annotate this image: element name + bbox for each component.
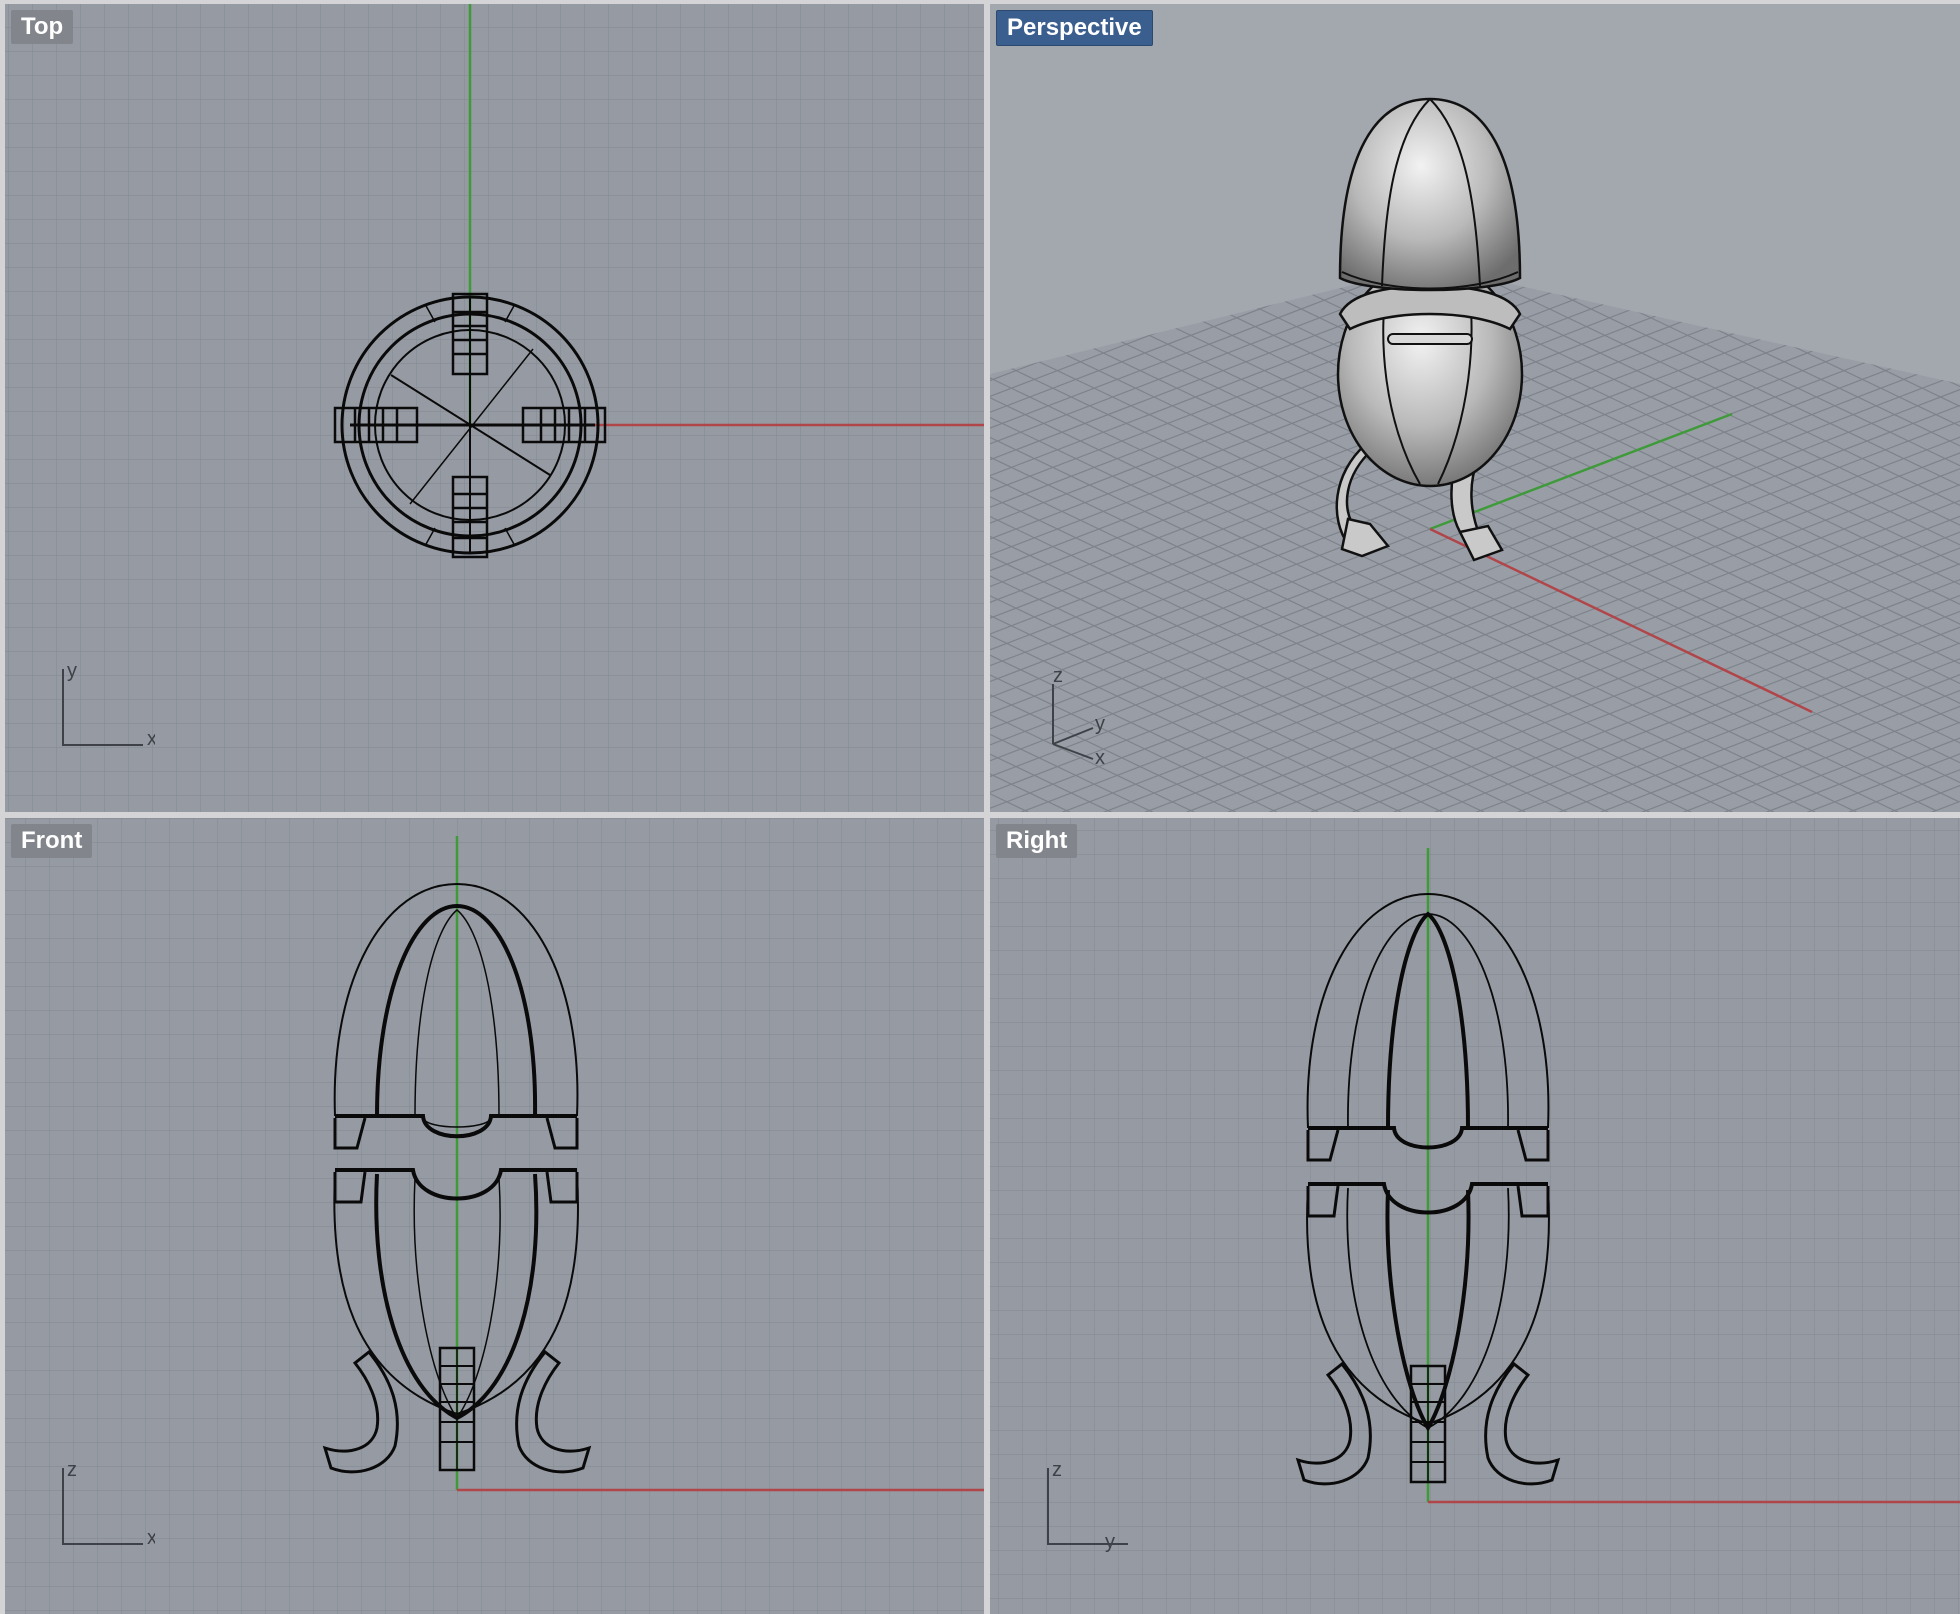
axis-triad-icon: z y x: [1052, 665, 1105, 769]
axis-label-x: x: [147, 1527, 155, 1549]
viewport-right[interactable]: Right y z: [990, 818, 1960, 1614]
axis-label-x: x: [147, 728, 155, 750]
viewport-front[interactable]: Front x z: [5, 818, 984, 1614]
viewport-tab-front[interactable]: Front: [11, 824, 93, 858]
axis-triad-icon: y z: [1047, 1459, 1128, 1553]
axis-label-y: y: [1095, 713, 1105, 735]
axis-triad-icon: x z: [62, 1459, 155, 1549]
axis-triad-icon: x y: [62, 660, 155, 750]
viewport-tab-perspective[interactable]: Perspective: [996, 10, 1153, 46]
viewport-tab-top[interactable]: Top: [11, 10, 74, 44]
viewport-top[interactable]: Top x y: [5, 4, 984, 812]
axis-label-z: z: [1053, 665, 1063, 687]
egg-right-wireframe: [1295, 892, 1561, 1486]
viewport-perspective[interactable]: Perspective z y x: [990, 4, 1960, 812]
axis-label-z: z: [67, 1459, 77, 1481]
axis-label-z: z: [1052, 1459, 1062, 1481]
axis-label-y: y: [67, 660, 77, 682]
axis-label-x: x: [1095, 747, 1105, 769]
axis-label-y: y: [1105, 1531, 1115, 1553]
viewport-tab-right[interactable]: Right: [996, 824, 1078, 858]
